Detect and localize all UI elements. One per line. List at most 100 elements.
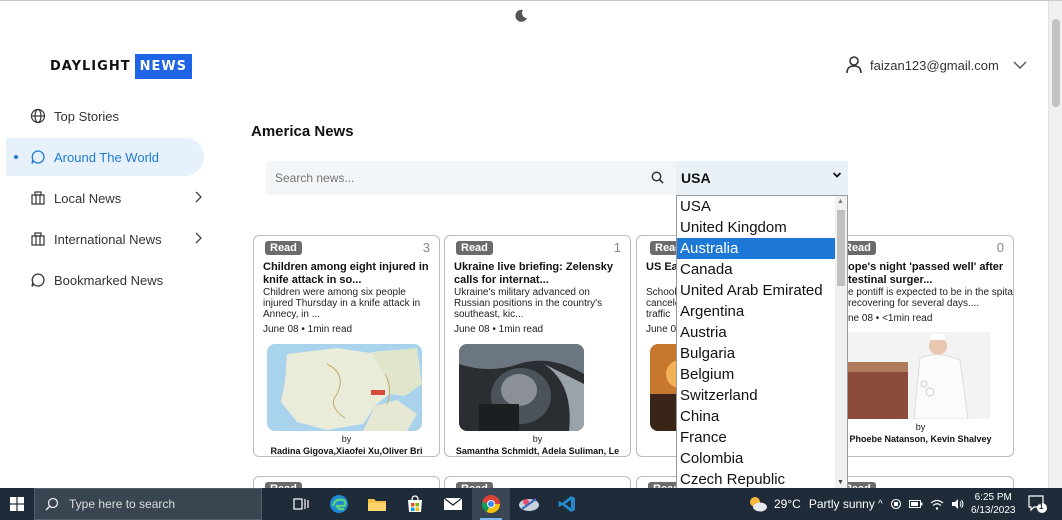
card-description: Ukraine's military advanced on Russian p… (454, 287, 603, 320)
sidebar-item-top-stories[interactable]: Top Stories (6, 97, 204, 135)
country-dropdown-list[interactable]: USA United Kingdom Australia Canada Unit… (676, 195, 848, 489)
taskbar-search-placeholder: Type here to search (69, 497, 176, 511)
volume-icon[interactable] (951, 498, 965, 510)
country-option[interactable]: Bulgaria (677, 343, 835, 364)
country-option[interactable]: USA (677, 196, 835, 217)
country-option[interactable]: United Kingdom (677, 217, 835, 238)
sidebar-item-bookmarked-news[interactable]: Bookmarked News (6, 261, 204, 299)
user-menu[interactable]: faizan123@gmail.com (846, 56, 1027, 74)
scroll-up-icon[interactable]: ▲ (837, 198, 844, 205)
read-count: 3 (422, 240, 430, 255)
country-option[interactable]: Canada (677, 259, 835, 280)
chrome-icon (482, 495, 500, 514)
country-option-highlighted[interactable]: Australia (677, 238, 835, 259)
search-bar[interactable] (266, 161, 676, 195)
dropdown-scrollbar[interactable]: ▲ ▼ (835, 196, 847, 488)
weather-temperature: 29°C (774, 497, 801, 511)
notification-count: 1 (1039, 502, 1044, 511)
search-icon (45, 497, 59, 511)
card-title[interactable]: ope's night 'passed well' after testinal… (848, 261, 1013, 287)
soldier-image (459, 344, 584, 431)
country-option[interactable]: France (677, 427, 835, 448)
taskbar-vscode[interactable] (548, 488, 586, 520)
chevron-down-icon[interactable] (1013, 60, 1027, 70)
page-scrollbar-thumb[interactable] (1052, 19, 1060, 107)
taskbar-mail[interactable] (434, 488, 472, 520)
chevron-up-icon[interactable]: ^ (878, 499, 883, 510)
taskbar-snip-tool[interactable] (510, 488, 548, 520)
card-description: Children were among six people injured T… (263, 287, 421, 320)
user-icon (846, 56, 862, 74)
partly-sunny-icon (750, 497, 767, 512)
country-option[interactable]: Argentina (677, 301, 835, 322)
weather-widget[interactable]: 29°C Partly sunny (748, 488, 875, 520)
meet-now-icon[interactable] (890, 498, 902, 510)
taskbar-file-explorer[interactable] (358, 488, 396, 520)
chevron-right-icon (195, 191, 202, 203)
moon-icon[interactable] (514, 9, 528, 23)
card-meta: June 08 • 1min read (454, 324, 544, 335)
windows-start-button[interactable] (0, 488, 34, 520)
news-card[interactable]: Read 0 ope's night 'passed well' after t… (827, 235, 1014, 457)
read-badge[interactable]: Read (456, 241, 493, 255)
card-authors: Samantha Schmidt, Adela Suliman, Le (455, 446, 620, 456)
country-option[interactable]: China (677, 406, 835, 427)
pope-image (838, 332, 990, 419)
read-badge[interactable]: Read (265, 241, 302, 255)
logo-text-news: NEWS (134, 53, 193, 79)
card-title[interactable]: Ukraine live briefing: Zelensky calls fo… (454, 261, 622, 287)
taskbar-edge[interactable] (320, 488, 358, 520)
country-option[interactable]: Switzerland (677, 385, 835, 406)
card-meta: June 0 (646, 324, 677, 335)
sidebar-item-label: Bookmarked News (54, 272, 164, 288)
search-input[interactable] (275, 171, 635, 185)
clock-date: 6/13/2023 (971, 505, 1016, 516)
country-option[interactable]: Austria (677, 322, 835, 343)
country-select[interactable]: USA (676, 161, 848, 195)
country-option[interactable]: Czech Republic (677, 469, 835, 488)
country-option[interactable]: United Arab Emirated (677, 280, 835, 301)
building-icon (30, 231, 46, 247)
sidebar-item-local-news[interactable]: Local News (6, 179, 204, 217)
sidebar-item-around-the-world[interactable]: Around The World (6, 138, 204, 176)
section-title: America News (251, 123, 354, 140)
building-icon (30, 190, 46, 206)
notification-center-button[interactable]: 1 (1026, 494, 1048, 514)
task-view-button[interactable] (282, 488, 320, 520)
taskbar-clock[interactable]: 6:25 PM 6/13/2023 (971, 491, 1016, 517)
page-scrollbar[interactable] (1048, 1, 1062, 489)
site-logo[interactable]: DAYLIGHT NEWS (50, 53, 193, 79)
country-option[interactable]: Colombia (677, 448, 835, 469)
country-select-value: USA (681, 170, 711, 186)
search-icon[interactable] (651, 171, 664, 184)
card-meta: June 08 • 1min read (263, 324, 353, 335)
chat-bubble-icon (30, 149, 46, 165)
folder-icon (368, 499, 386, 511)
taskbar-store[interactable] (396, 488, 434, 520)
read-count: 0 (996, 240, 1004, 255)
sidebar-nav: Top Stories Around The World Local News … (0, 97, 215, 302)
scroll-down-icon[interactable]: ▼ (837, 479, 844, 486)
vscode-icon (558, 496, 575, 512)
windows-taskbar: Type here to search 29°C Partly sunny ^ … (0, 488, 1062, 520)
store-icon (408, 495, 422, 512)
globe-icon (30, 108, 46, 124)
active-indicator-dot (14, 155, 18, 159)
dropdown-scrollbar-thumb[interactable] (837, 210, 845, 286)
notification-icon (1028, 495, 1047, 513)
card-title[interactable]: Children among eight injured in knife at… (263, 261, 431, 287)
sidebar-item-international-news[interactable]: International News (6, 220, 204, 258)
news-card[interactable]: Read 3 Children among eight injured in k… (253, 235, 440, 457)
sidebar-item-label: Top Stories (54, 108, 120, 124)
taskbar-search[interactable]: Type here to search (34, 488, 262, 520)
news-card[interactable]: Read 1 Ukraine live briefing: Zelensky c… (444, 235, 631, 457)
chevron-down-icon (832, 172, 842, 178)
card-authors: Phoebe Natanson, Kevin Shalvey (849, 434, 992, 444)
battery-icon[interactable] (908, 499, 923, 509)
task-view-icon (293, 498, 309, 510)
taskbar-chrome[interactable] (472, 488, 510, 520)
byline-label: by (915, 422, 926, 432)
wifi-icon[interactable] (930, 499, 944, 510)
country-option[interactable]: Belgium (677, 364, 835, 385)
weather-condition: Partly sunny (808, 497, 875, 511)
